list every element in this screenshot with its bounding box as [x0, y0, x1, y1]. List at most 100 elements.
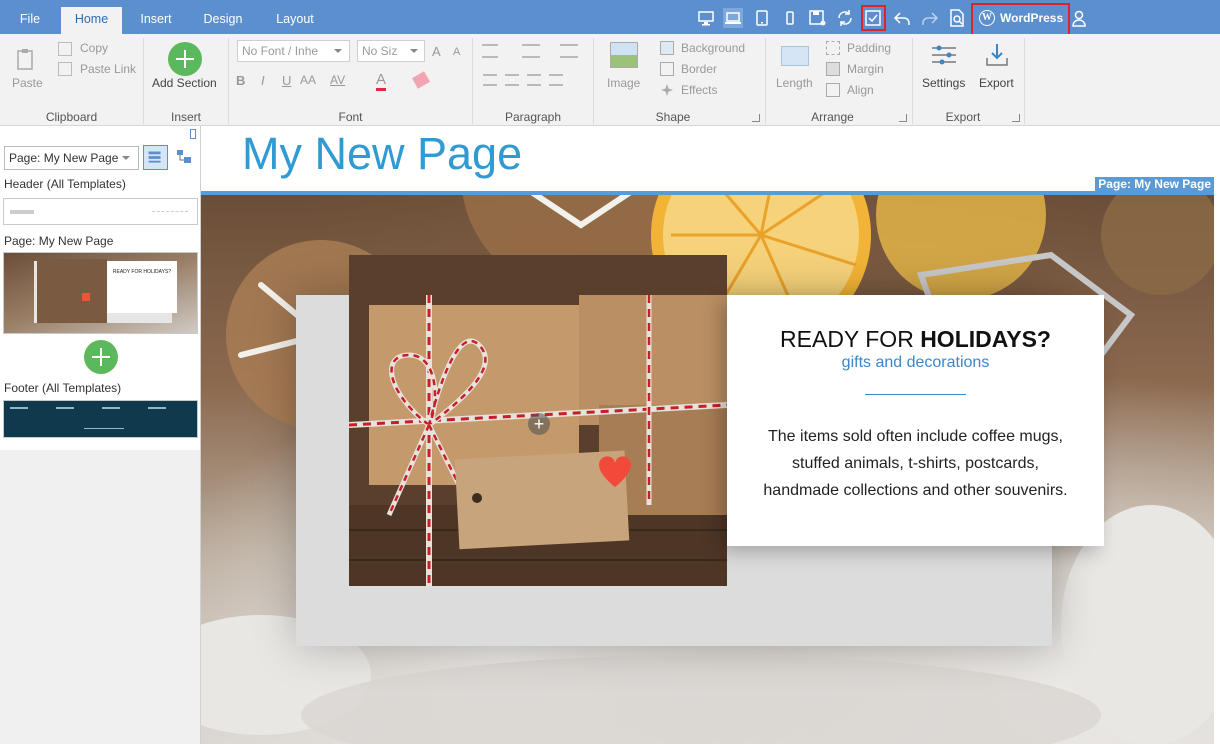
- bold-button[interactable]: B: [236, 73, 245, 88]
- export-group-label: Export: [945, 110, 981, 124]
- settings-button[interactable]: Settings: [922, 76, 965, 90]
- page-select[interactable]: Page: My New Page: [4, 146, 139, 170]
- align-right-icon[interactable]: [527, 74, 541, 86]
- shrink-font-button[interactable]: A: [453, 46, 460, 58]
- align-icon: [826, 83, 840, 97]
- clipboard-group-label: Clipboard: [45, 110, 98, 124]
- export-button[interactable]: Export: [979, 76, 1014, 90]
- tab-layout[interactable]: Layout: [265, 7, 325, 34]
- paste-link-icon: [58, 62, 72, 76]
- effects-icon: [660, 83, 674, 97]
- laptop-icon[interactable]: [723, 8, 743, 28]
- save-icon[interactable]: [807, 8, 827, 28]
- justify-icon[interactable]: [549, 74, 563, 86]
- background-button[interactable]: Background: [681, 41, 745, 55]
- font-color-button[interactable]: A: [376, 71, 387, 91]
- insert-group-label: Insert: [170, 110, 201, 124]
- card-title[interactable]: READY FOR HOLIDAYS?: [727, 326, 1104, 353]
- tab-file[interactable]: File: [4, 7, 56, 34]
- align-button[interactable]: Align: [847, 83, 874, 97]
- copy-button[interactable]: Copy: [80, 41, 108, 55]
- preview-icon[interactable]: [947, 8, 967, 28]
- copy-icon: [58, 42, 72, 56]
- undo-icon[interactable]: [892, 8, 912, 28]
- headline-card[interactable]: READY FOR HOLIDAYS? gifts and decoration…: [727, 295, 1104, 546]
- paste-button[interactable]: Paste: [12, 76, 43, 90]
- paste-icon: [16, 47, 36, 71]
- italic-button[interactable]: I: [261, 73, 265, 88]
- border-button[interactable]: Border: [681, 62, 717, 76]
- editor-canvas[interactable]: My New Page Page: My New Page + READY FO…: [201, 126, 1220, 744]
- card-subtitle[interactable]: gifts and decorations: [727, 354, 1104, 372]
- desktop-icon[interactable]: [696, 8, 716, 28]
- card-divider: [865, 394, 966, 395]
- outdent-icon[interactable]: [560, 44, 578, 58]
- highlight-box-6: [861, 5, 886, 31]
- padding-button[interactable]: Padding: [847, 41, 891, 55]
- arrange-launcher-icon[interactable]: [899, 114, 907, 122]
- paragraph-group-label: Paragraph: [504, 110, 562, 124]
- page-tree-icon[interactable]: [175, 148, 193, 166]
- page-title[interactable]: My New Page: [242, 128, 522, 180]
- export-icon[interactable]: [984, 42, 1010, 68]
- eraser-icon[interactable]: [411, 71, 431, 89]
- background-icon: [660, 41, 674, 55]
- user-icon[interactable]: [1069, 8, 1089, 28]
- shape-group-label: Shape: [655, 110, 691, 124]
- ribbon: Paste Copy Paste Link Clipboard Add Sect…: [0, 34, 1220, 126]
- align-center-icon[interactable]: [505, 74, 519, 86]
- line-height-icon[interactable]: [482, 44, 498, 58]
- paste-link-button[interactable]: Paste Link: [80, 62, 136, 76]
- footer-section-label: Footer (All Templates): [4, 381, 122, 395]
- tab-home[interactable]: Home: [61, 7, 122, 34]
- add-section-button[interactable]: Add Section: [152, 76, 217, 90]
- settings-icon[interactable]: [930, 44, 958, 66]
- tablet-icon[interactable]: [752, 8, 772, 28]
- pages-panel: Page: My New Page Header (All Templates)…: [0, 126, 201, 744]
- wordpress-label: WordPress: [1000, 11, 1064, 25]
- length-icon[interactable]: [781, 46, 809, 66]
- footer-thumbnail[interactable]: [3, 400, 198, 438]
- length-button[interactable]: Length: [776, 76, 813, 90]
- tab-design[interactable]: Design: [192, 7, 254, 34]
- add-element-icon[interactable]: +: [528, 413, 550, 435]
- wordpress-icon: W: [979, 10, 995, 26]
- export-launcher-icon[interactable]: [1012, 114, 1020, 122]
- layout-view-icon[interactable]: [143, 145, 168, 170]
- align-left-icon[interactable]: [483, 74, 497, 86]
- chevron-down-icon: [334, 49, 342, 53]
- shape-launcher-icon[interactable]: [752, 114, 760, 122]
- image-icon[interactable]: [610, 42, 638, 68]
- thumbnail-text: READY FOR HOLIDAYS?: [107, 261, 177, 313]
- card-body[interactable]: The items sold often include coffee mugs…: [747, 423, 1084, 504]
- phone-icon[interactable]: [780, 8, 800, 28]
- underline-button[interactable]: U: [282, 73, 291, 88]
- effects-button[interactable]: Effects: [681, 83, 717, 97]
- chevron-down-icon: [122, 156, 130, 160]
- add-page-icon[interactable]: [84, 340, 118, 374]
- add-section-icon[interactable]: [168, 42, 202, 76]
- indent-icon[interactable]: [522, 44, 540, 58]
- group-divider: [1024, 38, 1025, 124]
- header-thumbnail[interactable]: [3, 198, 198, 225]
- padding-icon: [826, 41, 840, 55]
- wordpress-button[interactable]: W WordPress: [976, 7, 1064, 29]
- caps-button[interactable]: AA: [300, 73, 316, 87]
- border-icon: [660, 62, 674, 76]
- page-thumbnail[interactable]: READY FOR HOLIDAYS?: [3, 252, 198, 334]
- header-section-label: Header (All Templates): [4, 177, 126, 191]
- canvas-scrollbar[interactable]: [1214, 195, 1220, 744]
- spacing-button[interactable]: AV: [330, 73, 345, 87]
- page-section-label: Page: My New Page: [4, 234, 114, 248]
- pin-icon[interactable]: [190, 129, 196, 139]
- tab-insert[interactable]: Insert: [128, 7, 184, 34]
- top-tab-bar: File Home Insert Design Layout W WordPre…: [0, 0, 1220, 36]
- margin-button[interactable]: Margin: [847, 62, 884, 76]
- image-button[interactable]: Image: [607, 76, 640, 90]
- font-group-label: Font: [338, 110, 363, 124]
- sync-icon[interactable]: [835, 8, 855, 28]
- margin-icon: [826, 62, 840, 76]
- redo-icon[interactable]: [920, 8, 940, 28]
- grow-font-button[interactable]: A: [432, 44, 441, 59]
- chevron-down-icon: [410, 49, 418, 53]
